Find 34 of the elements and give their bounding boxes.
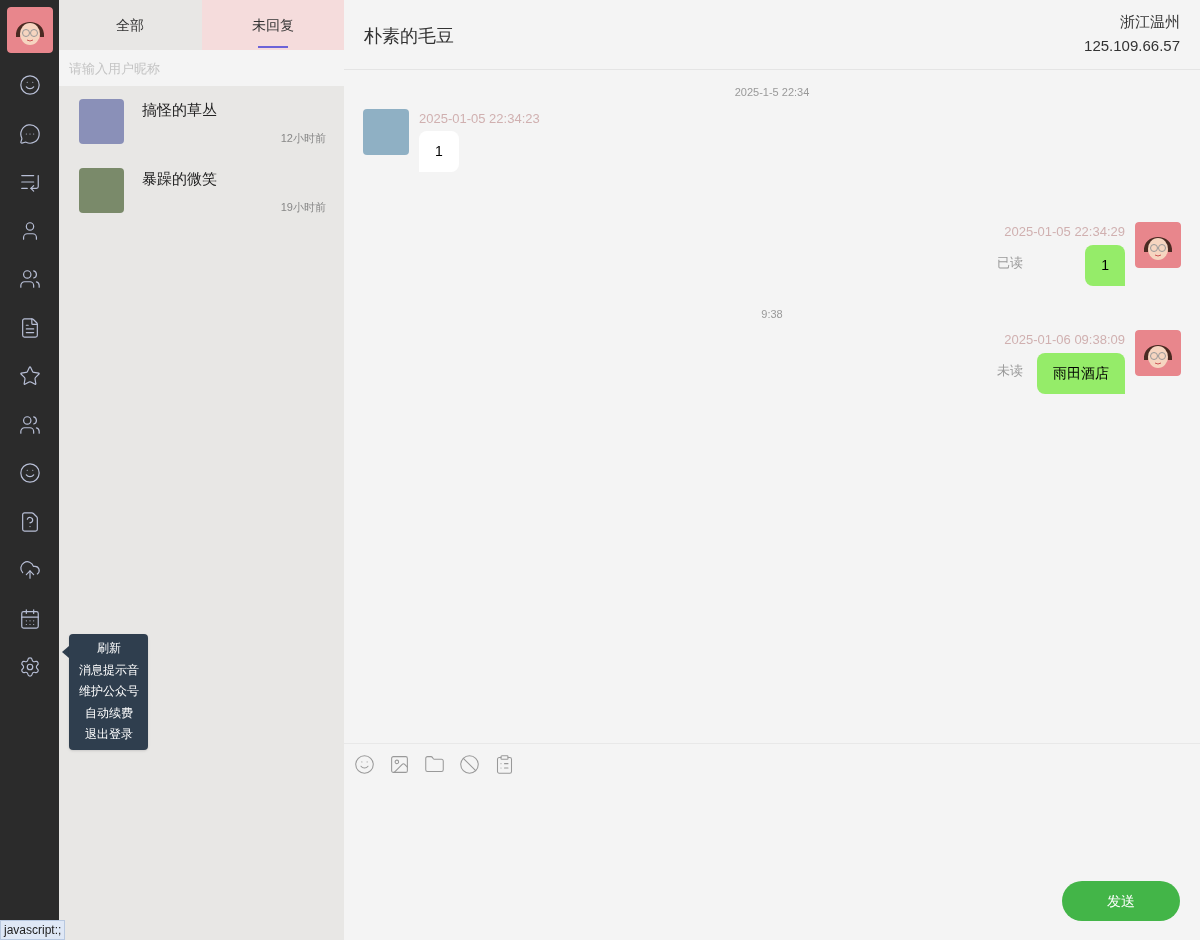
tab[interactable]: 全部 — [59, 0, 202, 50]
time-divider: 2025-1-5 22:34 — [734, 85, 810, 100]
menu-item[interactable]: 维护公众号 — [78, 681, 139, 703]
location-text: 浙江温州 — [1120, 12, 1180, 32]
photo-placeholder — [79, 99, 124, 144]
avatar-icon — [6, 7, 53, 53]
conversation-item[interactable]: 暴躁的微笑 19小时前 — [59, 155, 344, 224]
menu-item[interactable]: 刷新 — [96, 638, 121, 660]
status-bar: javascript:; — [0, 920, 66, 940]
contact-name: 搞怪的草丛 — [142, 100, 217, 120]
menu-item[interactable]: 退出登录 — [84, 724, 133, 746]
read-status: 已读 — [997, 253, 1023, 272]
chat-title: 朴素的毛豆 — [364, 25, 454, 48]
time-divider: 9:38 — [761, 306, 783, 322]
menu-item[interactable]: 消息提示音 — [78, 659, 139, 681]
conversation-item[interactable]: 搞怪的草丛 12小时前 — [59, 86, 344, 155]
ip-address: 125.109.66.57 — [1084, 36, 1180, 56]
last-time: 19小时前 — [280, 199, 326, 215]
read-status: 未读 — [997, 361, 1023, 380]
last-time: 12小时前 — [280, 130, 326, 146]
message-bubble: 1 — [419, 131, 459, 172]
message-timestamp: 2025-01-06 09:38:09 — [1004, 331, 1125, 349]
contact-name: 暴躁的微笑 — [142, 169, 217, 189]
message-timestamp: 2025-01-05 22:34:23 — [419, 109, 540, 128]
message-timestamp: 2025-01-05 22:34:29 — [1004, 223, 1125, 241]
tab[interactable]: 未回复 — [201, 0, 344, 50]
message-bubble: 雨田酒店 — [1037, 352, 1125, 394]
avatar-icon — [1135, 330, 1181, 376]
menu-item[interactable]: 自动续费 — [84, 702, 133, 724]
message-bubble: 1 — [1085, 244, 1125, 286]
photo-placeholder — [363, 108, 409, 155]
avatar-icon — [1135, 222, 1181, 268]
photo-placeholder — [79, 168, 124, 213]
image-icon[interactable] — [388, 753, 411, 776]
